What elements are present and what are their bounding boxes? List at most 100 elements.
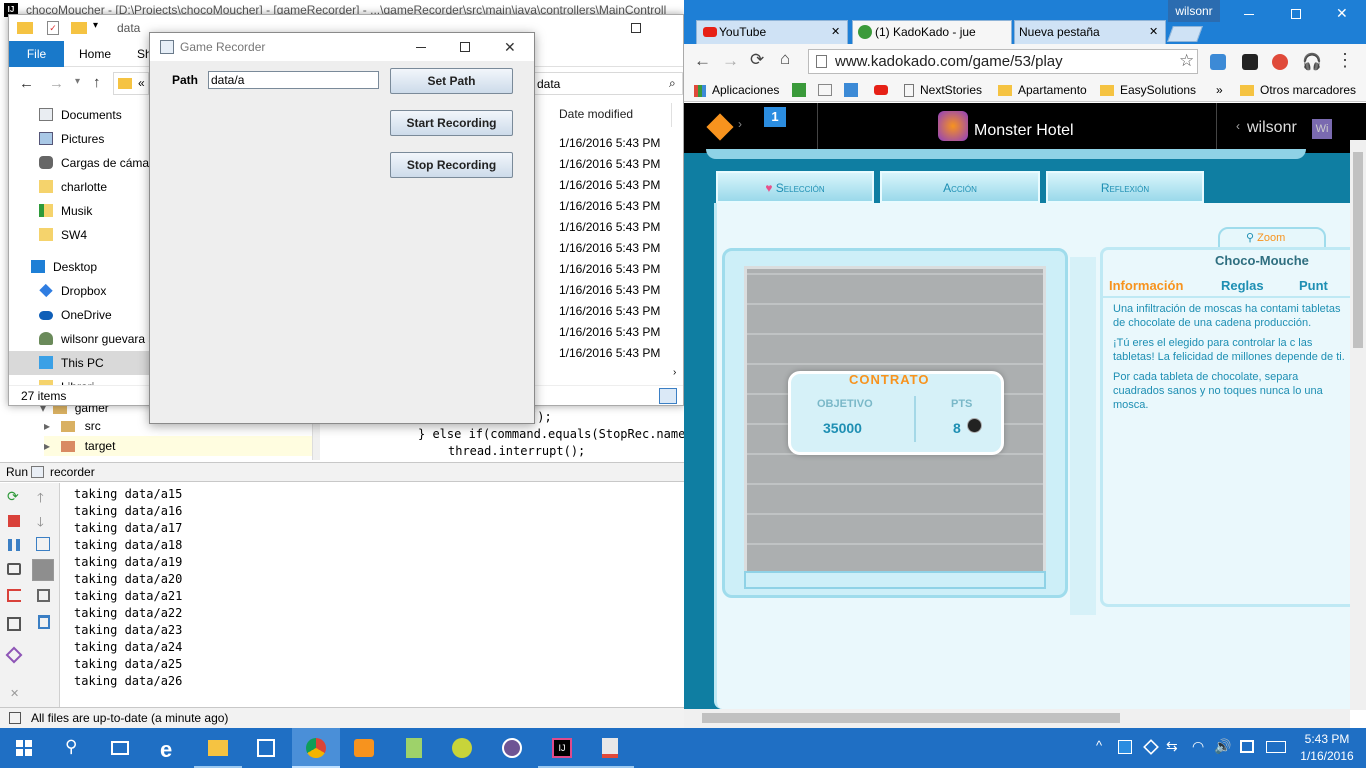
extension-icon[interactable] [1242, 54, 1258, 70]
menu-icon[interactable]: ⋮ [1336, 50, 1354, 71]
exit-icon[interactable] [7, 589, 21, 602]
game-tab-reflexion[interactable]: Reflexión [1046, 171, 1204, 203]
bookmark-easysolutions[interactable]: EasySolutions [1100, 78, 1196, 102]
close-icon[interactable]: ✕ [10, 687, 19, 700]
pin-icon[interactable] [5, 646, 23, 664]
youtube-icon[interactable] [874, 85, 888, 95]
search-icon[interactable]: ⌕ [669, 76, 676, 91]
wrap-icon[interactable] [36, 537, 50, 551]
maximize-icon[interactable] [460, 42, 470, 52]
taskbar-explorer[interactable] [194, 728, 242, 768]
chevron-up-icon[interactable]: ^ [1096, 738, 1102, 753]
keyboard-icon[interactable] [1266, 741, 1286, 753]
translate-icon[interactable] [844, 83, 858, 97]
trash-icon[interactable] [38, 615, 50, 629]
forward-arrow-icon[interactable]: → [49, 75, 64, 92]
omnibox[interactable]: www.kadokado.com/game/53/play ☆ [808, 49, 1198, 74]
volume-icon[interactable]: 🔊 [1214, 738, 1231, 755]
profile-button[interactable]: wilsonr [1168, 0, 1220, 22]
scroll-end-icon[interactable] [32, 559, 54, 581]
scrollbar-thumb[interactable] [1353, 152, 1363, 348]
game-tab-accion[interactable]: Acción [880, 171, 1040, 203]
start-recording-button[interactable]: Start Recording [390, 110, 513, 136]
up-arrow-icon[interactable]: 🡑 [37, 489, 44, 511]
details-view-icon[interactable] [659, 388, 677, 404]
taskbar-media[interactable] [340, 728, 388, 768]
print-icon[interactable] [37, 589, 50, 602]
vertical-scrollbar[interactable] [1350, 140, 1366, 710]
stop-recording-button[interactable]: Stop Recording [390, 152, 513, 178]
extension-icon[interactable] [1272, 54, 1288, 70]
maps-icon[interactable] [792, 83, 806, 97]
panel-tab-informacion[interactable]: Información [1109, 278, 1183, 293]
bookmark-star-icon[interactable]: ☆ [1179, 51, 1194, 71]
taskbar-github[interactable] [488, 728, 536, 768]
tab-kadokado[interactable]: (1) KadoKado - jue [852, 20, 1012, 44]
tray-icon[interactable] [1118, 740, 1132, 754]
taskbar-store[interactable] [242, 728, 290, 768]
tab-new[interactable]: Nueva pestaña ✕ [1014, 20, 1166, 44]
search-button[interactable]: ⚲ [48, 728, 96, 768]
stop-icon[interactable] [8, 515, 20, 527]
maximize-icon[interactable] [1291, 9, 1301, 19]
forward-arrow-icon[interactable]: → [722, 51, 739, 71]
notifications-icon[interactable] [1240, 740, 1254, 753]
run-toolwindow-header[interactable]: Run recorder [0, 462, 684, 482]
scroll-right-icon[interactable]: › [673, 367, 676, 378]
notification-badge[interactable]: 1 [764, 107, 786, 127]
tab-close-icon[interactable]: ✕ [1149, 21, 1158, 43]
dropbox-icon[interactable] [1143, 739, 1159, 755]
horizontal-scrollbar[interactable] [684, 709, 1350, 728]
network-icon[interactable]: ⇆ [1166, 738, 1178, 755]
bookmark-other[interactable]: Otros marcadores [1240, 78, 1356, 102]
set-path-button[interactable]: Set Path [390, 68, 513, 94]
close-icon[interactable]: ✕ [504, 33, 516, 61]
panel-tab-reglas[interactable]: Reglas [1221, 278, 1264, 293]
tree-item-src[interactable]: ▸ src [44, 416, 101, 436]
avatar[interactable]: Wi [1312, 119, 1332, 139]
rerun-icon[interactable]: ⟳ [7, 489, 21, 503]
headphones-icon[interactable]: 🎧 [1302, 52, 1322, 72]
task-view-button[interactable] [96, 728, 144, 768]
tab-youtube[interactable]: YouTube ✕ [696, 20, 848, 44]
taskbar-notepad[interactable] [390, 728, 438, 768]
scrollbar-thumb[interactable] [702, 713, 1120, 723]
properties-icon[interactable]: ✓ [47, 21, 59, 35]
home-icon[interactable]: ⌂ [780, 49, 790, 69]
new-tab-button[interactable] [1167, 26, 1203, 42]
game-tab-seleccion[interactable]: ♥ Selección [716, 171, 874, 203]
bookmark-icon[interactable] [818, 84, 832, 96]
address-bar-right[interactable]: data ⌕ [535, 72, 683, 95]
address-bar[interactable]: « [113, 72, 149, 95]
pause-icon[interactable] [8, 539, 20, 551]
taskbar-java[interactable] [586, 728, 634, 768]
qat-dropdown-icon[interactable]: ▾ [93, 20, 98, 31]
layout-icon[interactable] [7, 617, 21, 631]
close-icon[interactable]: ✕ [1336, 5, 1348, 22]
extension-icon[interactable] [1210, 54, 1226, 70]
taskbar-app[interactable] [438, 728, 486, 768]
toolwindows-icon[interactable] [9, 712, 21, 724]
bookmark-apartamento[interactable]: Apartamento [998, 78, 1087, 102]
zoom-button[interactable]: ⚲ Zoom [1218, 227, 1326, 249]
down-arrow-icon[interactable]: 🡓 [37, 513, 44, 535]
kk-username[interactable]: wilsonr [1247, 119, 1297, 137]
tab-file[interactable]: File [9, 41, 64, 67]
column-divider[interactable] [671, 103, 672, 127]
bookmarks-overflow[interactable]: » [1216, 78, 1223, 102]
minimize-icon[interactable] [416, 47, 426, 48]
up-arrow-icon[interactable]: ↑ [93, 74, 101, 91]
game-title[interactable]: Monster Hotel [974, 122, 1074, 140]
tab-close-icon[interactable]: ✕ [831, 21, 840, 43]
bookmark-nextstories[interactable]: NextStories [904, 78, 982, 102]
taskbar-intellij[interactable]: IJ [538, 728, 586, 768]
tab-home[interactable]: Home [67, 41, 123, 67]
panel-tab-puntos[interactable]: Punt [1299, 278, 1328, 293]
nav-libraries[interactable]: Librari [39, 375, 151, 385]
reload-icon[interactable]: ⟳ [750, 50, 764, 70]
back-arrow-icon[interactable]: ← [694, 51, 711, 71]
back-arrow-icon[interactable]: ← [19, 75, 34, 92]
maximize-icon[interactable] [631, 23, 641, 33]
recent-dropdown-icon[interactable]: ▾ [75, 76, 80, 87]
start-button[interactable] [0, 728, 48, 768]
